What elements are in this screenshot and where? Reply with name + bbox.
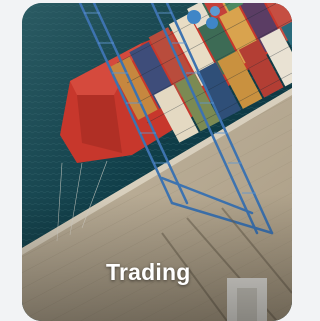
card-title: Trading: [106, 259, 191, 285]
trading-card[interactable]: Trading: [22, 3, 292, 321]
